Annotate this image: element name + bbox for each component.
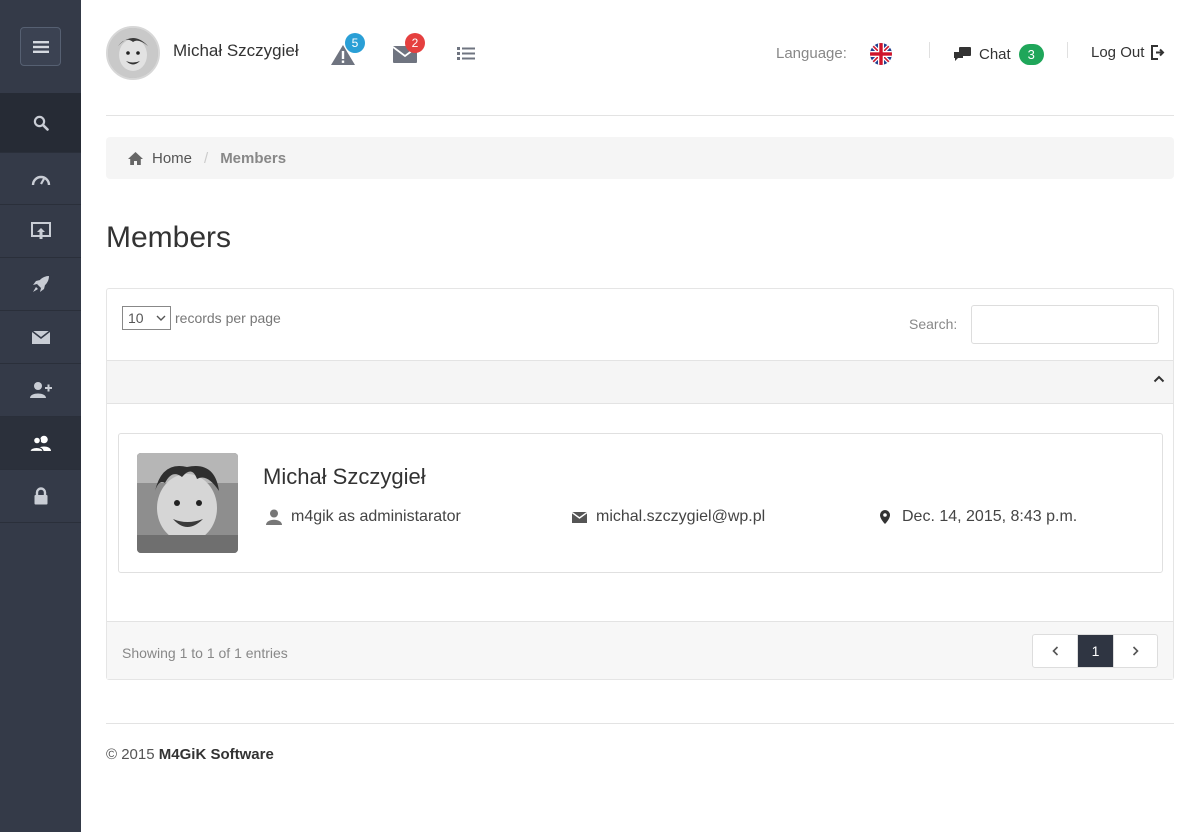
breadcrumb-home-label: Home: [152, 149, 193, 167]
header-divider: [929, 42, 930, 58]
chat-button[interactable]: Chat 3: [954, 44, 1044, 65]
breadcrumb-home[interactable]: Home: [128, 150, 192, 167]
breadcrumb-separator: /: [204, 149, 209, 167]
sidebar-item-rocket[interactable]: [0, 258, 81, 311]
lock-icon: [34, 487, 47, 505]
header-divider: [1067, 42, 1068, 58]
menu-toggle-button[interactable]: [20, 27, 61, 66]
search-icon: [33, 115, 49, 131]
member-photo: [137, 453, 238, 553]
home-icon: [128, 151, 143, 165]
alerts-button[interactable]: 5: [330, 33, 365, 71]
messages-badge: 2: [405, 33, 425, 53]
rocket-icon: [32, 276, 49, 292]
messages-button[interactable]: 2: [392, 33, 425, 68]
sidebar-item-dashboard[interactable]: [0, 152, 81, 205]
footer-company: M4GiK Software: [158, 746, 274, 763]
alerts-badge: 5: [345, 33, 365, 53]
sidebar-item-mail[interactable]: [0, 311, 81, 364]
pagination-next-button[interactable]: [1113, 635, 1157, 667]
hamburger-icon: [32, 40, 49, 53]
map-marker-icon: [880, 510, 890, 524]
page-title: Members: [106, 221, 232, 254]
members-panel: 10 records per page Search: Michał Szczy…: [106, 288, 1174, 680]
search-label: Search:: [909, 316, 958, 332]
member-role-text: m4gik as administarator: [291, 508, 461, 525]
envelope-icon: [572, 511, 587, 523]
sidebar-item-users[interactable]: [0, 417, 81, 470]
chevron-left-icon: [1051, 646, 1058, 656]
top-header: Michał Szczygieł 5 2 Language: Chat 3 Lo…: [106, 0, 1174, 116]
chevron-right-icon: [1132, 646, 1139, 656]
list-icon: [457, 47, 475, 60]
chevron-up-icon[interactable]: [1153, 375, 1165, 383]
member-joined-text: Dec. 14, 2015, 8:43 p.m.: [902, 508, 1078, 525]
collapse-bar: [107, 360, 1173, 404]
chat-badge: 3: [1018, 44, 1044, 65]
member-card[interactable]: Michał Szczygieł m4gik as administarator…: [118, 433, 1163, 573]
records-per-page-select[interactable]: 10: [122, 306, 171, 330]
sidebar-search[interactable]: [0, 93, 81, 152]
user-name[interactable]: Michał Szczygieł: [173, 41, 299, 61]
footer-copyright: © 2015: [106, 746, 155, 763]
sidebar-item-lock[interactable]: [0, 470, 81, 523]
search-input[interactable]: [971, 305, 1159, 344]
logout-label: Log Out: [1091, 44, 1145, 61]
chat-icon: [954, 47, 971, 61]
member-email-text: michal.szczygiel@wp.pl: [596, 508, 766, 525]
breadcrumb-current: Members: [220, 149, 287, 167]
sidebar: [0, 0, 81, 832]
member-email: michal.szczygiel@wp.pl: [572, 508, 765, 526]
chat-label: Chat: [979, 46, 1011, 63]
records-per-page-label: records per page: [175, 310, 281, 326]
panel-footer: Showing 1 to 1 of 1 entries 1: [107, 621, 1173, 679]
sidebar-item-upload[interactable]: [0, 205, 81, 258]
users-icon: [29, 435, 51, 452]
pagination: 1: [1032, 634, 1158, 668]
language-label: Language:: [776, 45, 847, 62]
user-avatar[interactable]: [106, 26, 160, 80]
breadcrumb: Home / Members: [106, 137, 1174, 179]
entries-info: Showing 1 to 1 of 1 entries: [122, 645, 288, 661]
chevron-down-icon: [156, 315, 166, 321]
member-role: m4gik as administarator: [266, 508, 461, 526]
footer: © 2015 M4GiK Software: [106, 746, 274, 763]
footer-divider: [106, 723, 1174, 724]
member-name: Michał Szczygieł: [263, 464, 426, 489]
logout-button[interactable]: Log Out: [1091, 44, 1165, 61]
pagination-page-button[interactable]: 1: [1077, 635, 1113, 667]
tasks-button[interactable]: [457, 46, 475, 66]
uk-flag-icon[interactable]: [870, 43, 892, 65]
add-user-icon: [29, 382, 52, 398]
dashboard-icon: [31, 175, 50, 185]
logout-icon: [1151, 45, 1165, 60]
member-joined: Dec. 14, 2015, 8:43 p.m.: [880, 508, 1077, 526]
pagination-prev-button[interactable]: [1033, 635, 1077, 667]
records-per-page: 10 records per page: [122, 306, 281, 330]
mail-icon: [31, 330, 50, 344]
user-icon: [266, 509, 282, 525]
sidebar-toggle-area: [0, 0, 81, 93]
records-per-page-value: 10: [128, 310, 144, 326]
upload-icon: [30, 222, 51, 239]
sidebar-item-add-user[interactable]: [0, 364, 81, 417]
